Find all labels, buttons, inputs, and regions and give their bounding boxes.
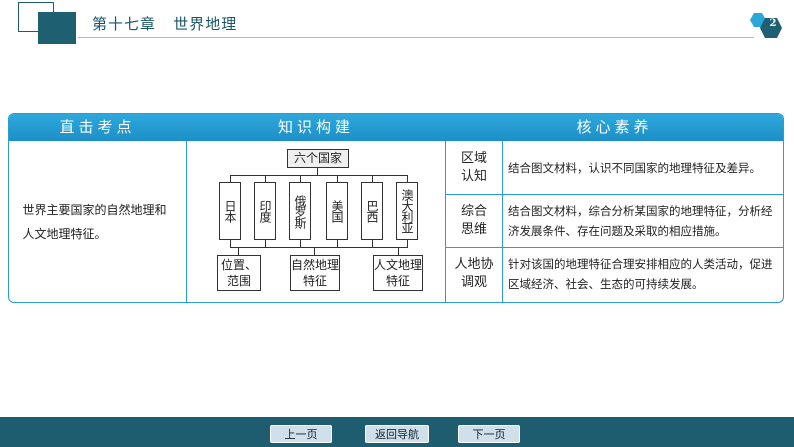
back-to-nav-button[interactable]: 返回导航 xyxy=(365,425,429,443)
header-knowledge-structure: 知识构建 xyxy=(277,118,354,136)
footer-nav-bar: 上一页 返回导航 下一页 xyxy=(0,417,794,447)
diagram-connector xyxy=(407,240,408,247)
diagram-aspect: 位置、范围 xyxy=(217,255,261,291)
competency-text: 结合图文材料，综合分析某国家的地理特征，分析经济发展条件、存在问题及采取的相应措… xyxy=(508,203,773,238)
page-number-badge: 2 xyxy=(748,10,782,40)
competency-label-text: 综合思维 xyxy=(460,203,487,237)
competency-row: 人地协调观 针对该国的地理特征合理安排相应的人类活动，促进区域经济、社会、生态的… xyxy=(446,247,783,301)
diagram-connector xyxy=(314,248,315,255)
chapter-title: 第十七章 世界地理 xyxy=(92,15,238,33)
knowledge-diagram: 六个国家 日本 印度 俄罗斯 美国 巴西 澳大利亚 位置、范围 自然地理特征 人… xyxy=(187,141,445,301)
knowledge-table: 直击考点 知识构建 核心素养 世界主要国家的自然地理和人文地理特征。 六个国家 … xyxy=(8,113,784,303)
competency-text: 结合图文材料，认识不同国家的地理特征及差异。 xyxy=(508,160,761,175)
competency-label: 人地协调观 xyxy=(446,247,502,301)
table-header: 直击考点 知识构建 核心素养 xyxy=(9,114,783,141)
header-exam-point: 直击考点 xyxy=(59,118,136,136)
diagram-country: 俄罗斯 xyxy=(289,182,311,240)
diagram-root: 六个国家 xyxy=(287,149,349,168)
diagram-connector xyxy=(238,248,239,255)
competency-label: 综合思维 xyxy=(446,194,502,247)
competency-label-text: 人地协调观 xyxy=(454,257,494,290)
diagram-connector xyxy=(398,248,399,255)
next-page-button[interactable]: 下一页 xyxy=(458,425,520,443)
diagram-connector xyxy=(300,240,301,247)
country-label: 印度 xyxy=(258,200,272,222)
country-label: 俄罗斯 xyxy=(293,194,307,228)
diagram-aspect: 人文地理特征 xyxy=(373,255,423,291)
competency-row: 综合思维 结合图文材料，综合分析某国家的地理特征，分析经济发展条件、存在问题及采… xyxy=(446,194,783,247)
diagram-aspect: 自然地理特征 xyxy=(290,255,340,291)
diagram-connector xyxy=(317,168,318,175)
diagram-connector xyxy=(265,175,266,182)
diagram-connector xyxy=(230,175,407,176)
header-decoration-block xyxy=(38,12,76,44)
header-divider xyxy=(78,37,754,38)
country-label: 巴西 xyxy=(365,200,379,222)
competency-label: 区域认知 xyxy=(446,141,502,194)
diagram-connector xyxy=(372,240,373,247)
prev-page-button[interactable]: 上一页 xyxy=(270,425,332,443)
competency-row: 区域认知 结合图文材料，认识不同国家的地理特征及差异。 xyxy=(446,141,783,194)
competency-text: 针对该国的地理特征合理安排相应的人类活动，促进区域经济、社会、生态的可持续发展。 xyxy=(508,257,773,291)
diagram-connector xyxy=(337,175,338,182)
page-number: 2 xyxy=(769,18,777,29)
diagram-connector xyxy=(372,175,373,182)
diagram-connector xyxy=(300,175,301,182)
country-label: 日本 xyxy=(223,200,237,222)
diagram-connector xyxy=(230,247,408,248)
country-label: 澳大利亚 xyxy=(400,189,414,233)
diagram-connector xyxy=(337,240,338,247)
diagram-country: 日本 xyxy=(219,182,241,240)
diagram-connector xyxy=(230,175,231,182)
competency-label-text: 区域认知 xyxy=(460,150,487,184)
diagram-connector xyxy=(265,240,266,247)
diagram-connector xyxy=(230,240,231,247)
header-core-competency: 核心素养 xyxy=(576,118,653,136)
exam-point-text: 世界主要国家的自然地理和人文地理特征。 xyxy=(22,202,167,241)
exam-point-cell: 世界主要国家的自然地理和人文地理特征。 xyxy=(9,141,186,302)
diagram-country: 印度 xyxy=(254,182,276,240)
diagram-country: 美国 xyxy=(326,182,348,240)
diagram-country: 澳大利亚 xyxy=(396,182,418,240)
diagram-country: 巴西 xyxy=(361,182,383,240)
diagram-connector xyxy=(407,175,408,182)
country-label: 美国 xyxy=(330,200,344,222)
